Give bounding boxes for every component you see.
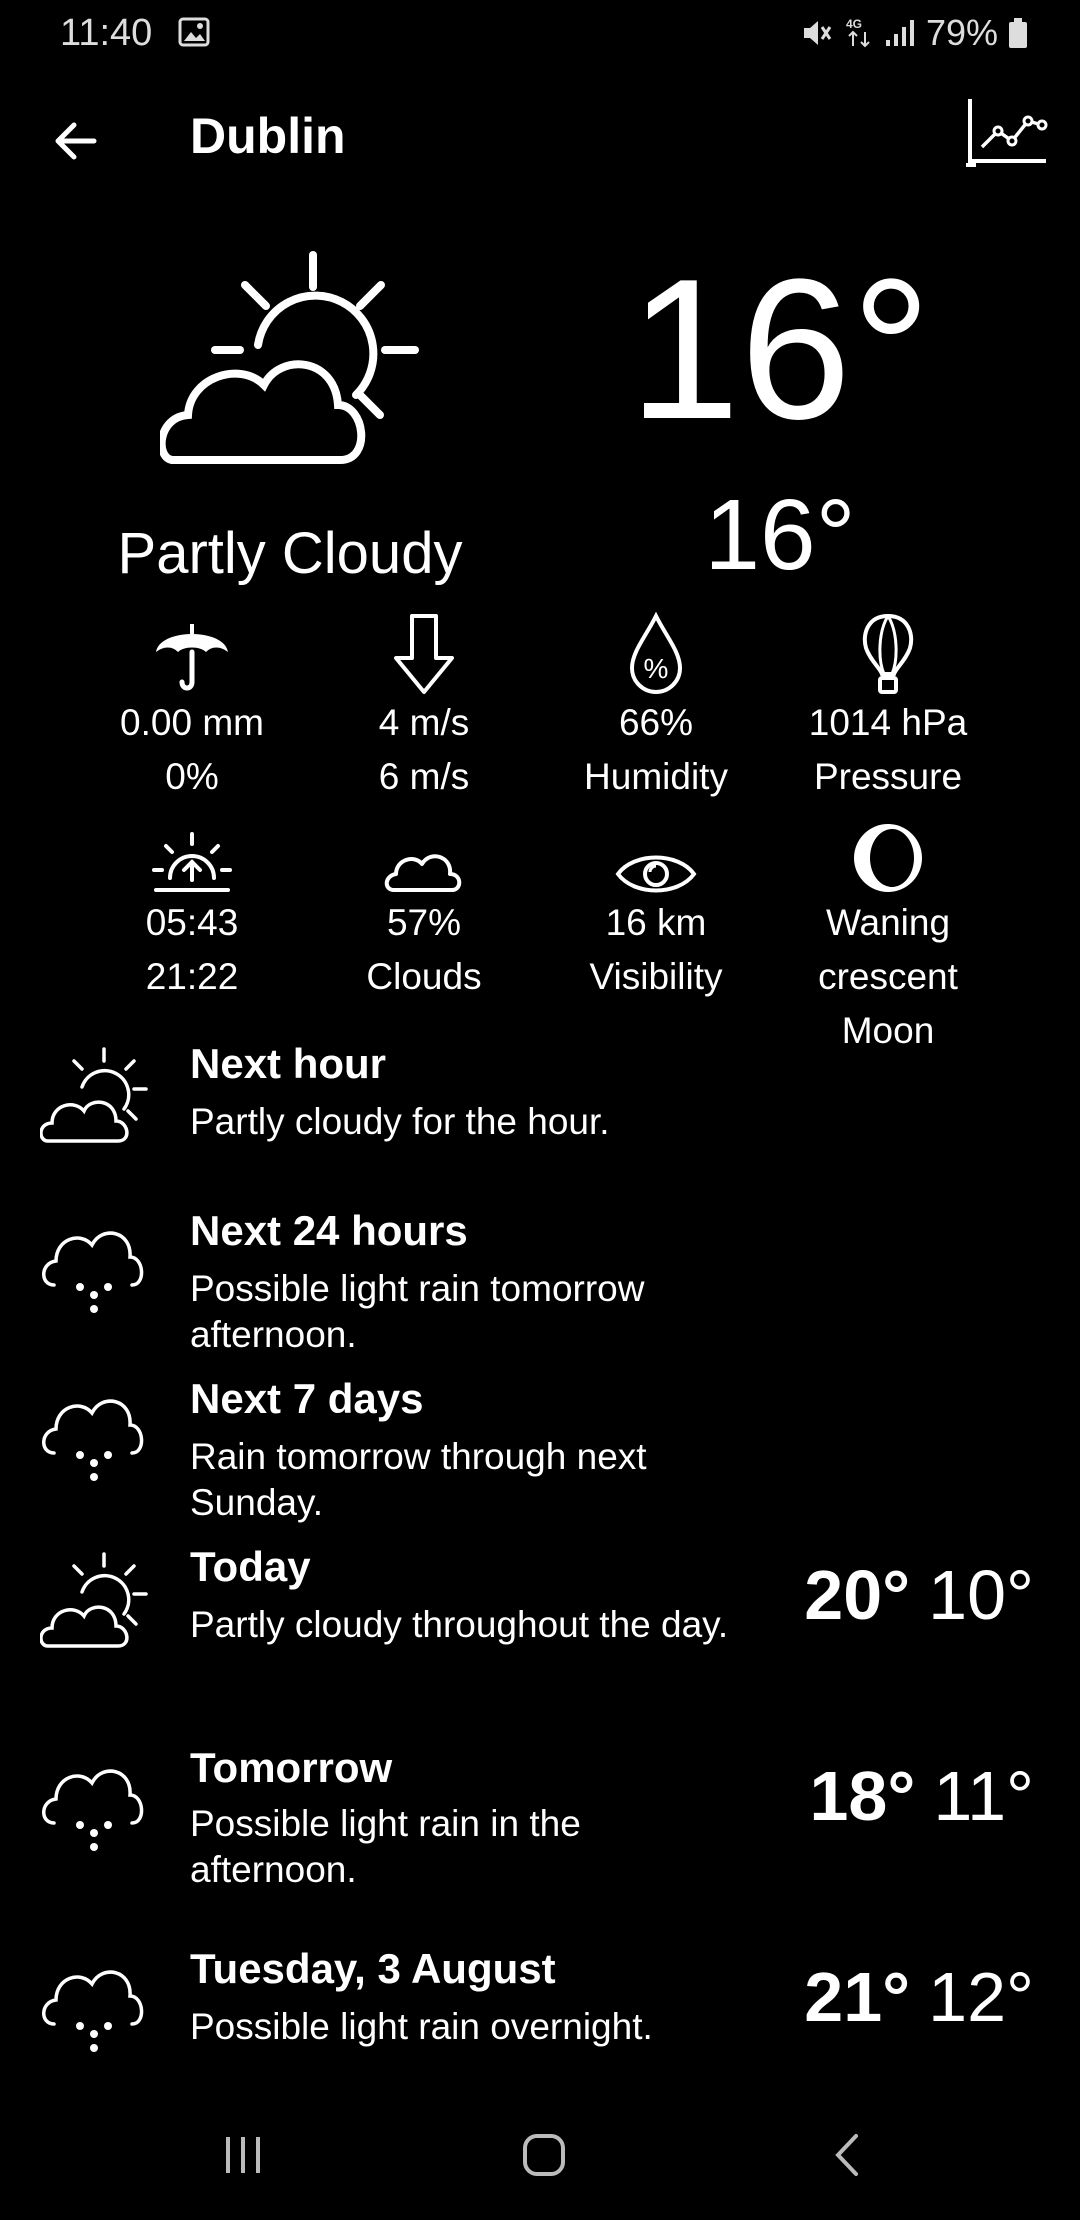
status-time: 11:40: [60, 12, 153, 54]
forecast-title: Next hour: [190, 1040, 387, 1087]
eye-icon: [614, 852, 698, 896]
network-4g-icon: 4G: [844, 16, 874, 50]
page-title: Dublin: [190, 108, 346, 164]
humidity-value: 66%: [618, 702, 694, 743]
forecast-description: Rain tomorrow through next Sunday.: [190, 1436, 647, 1523]
forecast-description: Possible light rain tomorrow afternoon.: [190, 1268, 645, 1355]
rain-cloud-icon: [40, 1381, 148, 1481]
low-temp: 12°: [928, 1958, 1034, 2036]
feels-like-temperature: 16°: [704, 479, 856, 591]
moon-icon: [850, 820, 926, 896]
high-temp: 18°: [809, 1757, 916, 1835]
status-bar: 11:40 4G 79%: [0, 0, 1080, 70]
high-temp: 21°: [804, 1958, 911, 2036]
forecast-description: Possible light rain overnight.: [190, 2006, 653, 2047]
clouds-cell: 57% Clouds: [308, 810, 540, 1004]
forecast-temps: 20° 10°: [804, 1555, 1034, 1635]
gallery-notification-icon: [178, 17, 210, 47]
current-temperature: 16°: [628, 238, 932, 461]
svg-text:4G: 4G: [846, 17, 862, 31]
precip-amount: 0.00 mm: [120, 702, 264, 743]
balloon-icon: [858, 612, 918, 696]
battery-percent: 79%: [925, 12, 998, 53]
low-temp: 10°: [928, 1556, 1034, 1634]
pressure-value: 1014 hPa: [808, 702, 968, 743]
humidity-cell: % 66% Humidity: [540, 610, 772, 804]
wind-cell: 4 m/s 6 m/s: [308, 610, 540, 804]
wind-arrow-icon: [392, 612, 456, 696]
forecast-title: Tuesday, 3 August: [190, 1945, 556, 1992]
current-summary: Partly Cloudy: [117, 521, 463, 586]
visibility-cell: 16 km Visibility: [540, 810, 772, 1004]
cloud-icon: [384, 846, 464, 896]
forecast-title: Tomorrow: [190, 1744, 393, 1791]
high-temp: 20°: [804, 1556, 911, 1634]
system-nav-bar: [0, 2110, 1080, 2200]
forecast-description: Partly cloudy throughout the day.: [190, 1604, 729, 1645]
precip-probability: 0%: [165, 756, 219, 797]
forecast-temps: 21° 12°: [804, 1957, 1034, 2037]
app-header: Dublin: [0, 95, 1080, 185]
sunset-time: 21:22: [145, 956, 239, 997]
humidity-drop-icon: %: [624, 612, 688, 696]
svg-text:%: %: [644, 653, 669, 684]
mute-icon: [800, 16, 834, 50]
sunrise-icon: [152, 830, 232, 896]
humidity-label: Humidity: [584, 756, 728, 797]
rain-cloud-icon: [40, 1952, 148, 2052]
partly-cloudy-large-icon: [160, 245, 420, 485]
forecast-description: Possible light rain in the afternoon.: [190, 1803, 581, 1890]
battery-icon: [1008, 17, 1028, 49]
wind-gust: 6 m/s: [378, 756, 470, 797]
back-arrow-icon[interactable]: [48, 113, 104, 169]
forecast-title: Today: [190, 1543, 311, 1590]
partly-cloudy-icon: [40, 1550, 148, 1650]
wind-speed: 4 m/s: [378, 702, 470, 743]
visibility-value: 16 km: [605, 902, 707, 943]
sun-times-cell: 05:43 21:22: [76, 810, 308, 1004]
forecast-description: Partly cloudy for the hour.: [190, 1101, 610, 1142]
partly-cloudy-icon: [40, 1045, 148, 1145]
sunrise-time: 05:43: [145, 902, 239, 943]
forecast-title: Next 24 hours: [190, 1207, 468, 1254]
moon-phase: Waning crescent: [818, 902, 958, 997]
recent-apps-icon[interactable]: [222, 2135, 264, 2175]
pressure-cell: 1014 hPa Pressure: [772, 610, 1004, 804]
rain-cloud-icon: [40, 1213, 148, 1313]
visibility-label: Visibility: [589, 956, 723, 997]
low-temp: 11°: [933, 1757, 1034, 1835]
moon-label: Moon: [841, 1010, 935, 1051]
pressure-label: Pressure: [813, 756, 963, 797]
precipitation-cell: 0.00 mm 0%: [76, 610, 308, 804]
forecast-title: Next 7 days: [190, 1375, 424, 1422]
nav-back-icon[interactable]: [832, 2132, 862, 2178]
umbrella-icon: [152, 616, 232, 696]
forecast-temps: 18° 11°: [809, 1756, 1034, 1836]
home-icon[interactable]: [522, 2133, 566, 2177]
signal-icon: [884, 18, 916, 48]
clouds-label: Clouds: [366, 956, 482, 997]
rain-cloud-icon: [40, 1751, 148, 1851]
chart-icon[interactable]: [962, 95, 1050, 171]
moon-cell: Waning crescent Moon: [772, 810, 1004, 1058]
clouds-value: 57%: [386, 902, 462, 943]
